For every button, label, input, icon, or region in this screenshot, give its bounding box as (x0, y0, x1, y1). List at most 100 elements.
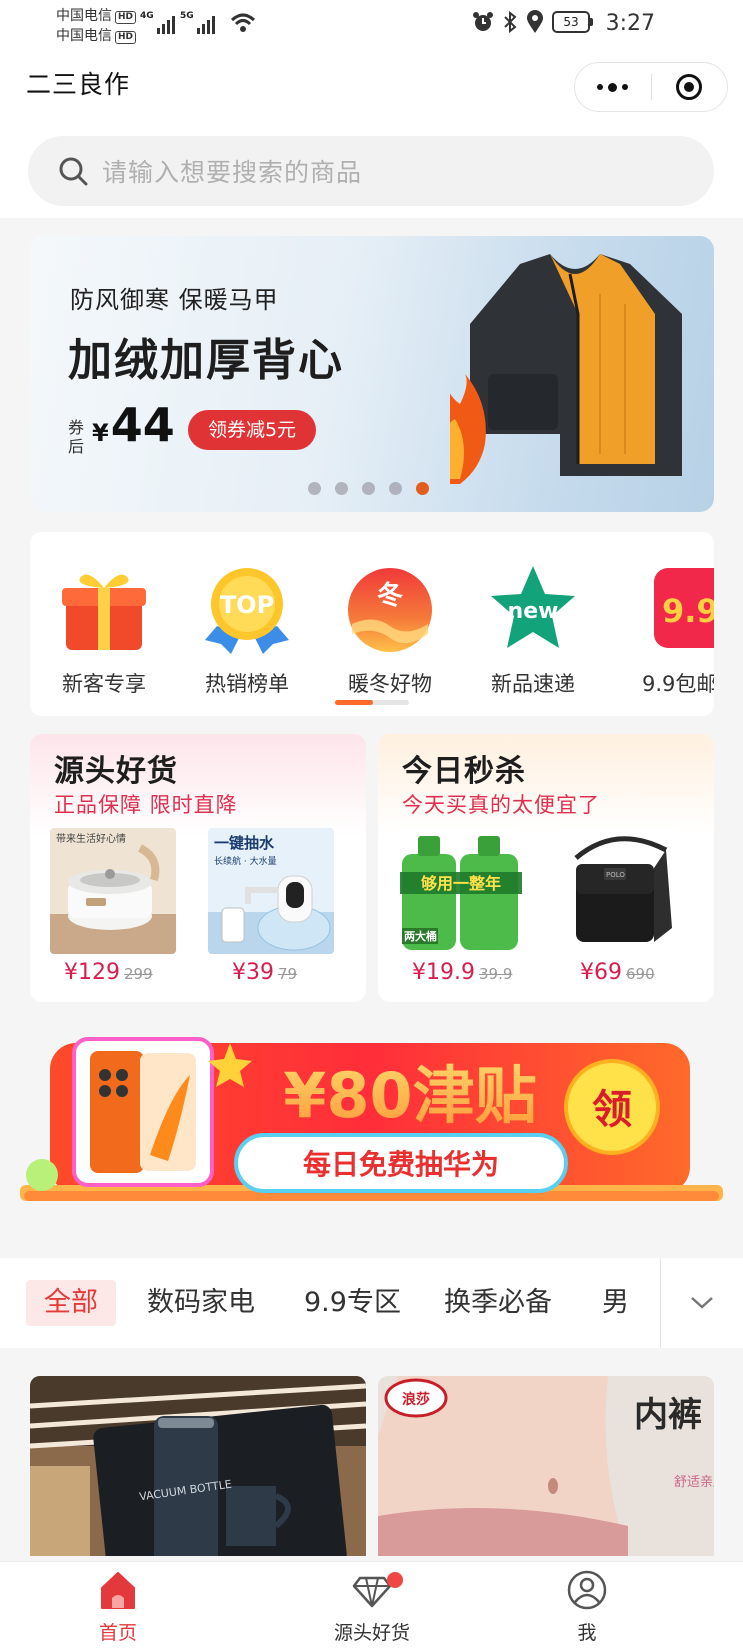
product-image-subtext: 两大桶 (404, 929, 437, 943)
product-image-cooker[interactable]: 带来生活好心情 (50, 828, 176, 954)
carousel-dot[interactable] (335, 482, 348, 495)
category-scroll-thumb (335, 700, 373, 705)
tab-digital[interactable]: 数码家电 (147, 1280, 255, 1326)
product-image-text: 一键抽水 (214, 834, 275, 852)
tab-seasonal[interactable]: 换季必备 (444, 1280, 552, 1326)
tabbar-label: 首页 (98, 1622, 137, 1644)
current-price: ¥69 (580, 960, 622, 985)
category-label: 9.9包邮 (642, 672, 714, 696)
search-placeholder: 请输入想要搜索的商品 (102, 158, 363, 187)
tab-men[interactable]: 男 (602, 1280, 629, 1326)
category-item-new-arrivals[interactable]: new 新品速递 (473, 564, 593, 698)
wifi-icon (230, 13, 256, 32)
current-price: ¥39 (232, 960, 274, 985)
hd-badge: HD (115, 11, 137, 24)
status-bar: 中国电信 HD 中国电信 HD 4G 5G 53 3:27 (0, 0, 743, 52)
top-badge-text: TOP (220, 591, 274, 619)
promo-card-flash-sale[interactable]: 今日秒杀 今天买真的太便宜了 够用一整年 两大桶 POLO ¥19.9 39.9… (378, 734, 714, 1002)
product-image-water-pump[interactable]: 一键抽水 长续航 · 大水量 (208, 828, 334, 954)
product-image-subtext: 长续航 · 大水量 (214, 855, 277, 867)
original-price: 299 (124, 965, 153, 983)
promo-title: 源头好货 (54, 754, 178, 789)
banner-headline: 加绒加厚背心 (68, 335, 344, 386)
mini-program-capsule (574, 62, 728, 112)
tabbar-label: 我 (577, 1622, 597, 1644)
tabbar-source-goods[interactable]: 源头好货 (302, 1570, 442, 1645)
winter-badge-text: 冬 (377, 581, 403, 611)
target-icon (676, 74, 703, 100)
product-image-detergent[interactable]: 够用一整年 两大桶 (398, 828, 524, 954)
product-image-text: 够用一整年 (420, 874, 501, 893)
tab-all[interactable]: 全部 (26, 1280, 116, 1326)
mini-program-page: 中国电信 HD 中国电信 HD 4G 5G 53 3:27 二三良作 请输入想要… (0, 0, 743, 1651)
coupon-button[interactable]: 领券减5元 (188, 410, 316, 450)
product-image-bag[interactable]: POLO (556, 828, 682, 954)
feed-tagline: 舒适亲肤 (674, 1475, 714, 1490)
carousel-dot[interactable] (308, 482, 321, 495)
tabbar-home[interactable]: 首页 (48, 1570, 188, 1645)
category-label: 新品速递 (491, 672, 575, 696)
feed-image-text: 内裤 (634, 1395, 702, 1435)
product-image-text: POLO (606, 871, 625, 879)
promo-subtitle: 今天买真的太便宜了 (402, 793, 600, 817)
clock: 3:27 (605, 11, 655, 36)
price-prefix: 券后 (68, 418, 85, 456)
tab-nine-nine[interactable]: 9.9专区 (304, 1280, 401, 1326)
banner-subtitle: 防风御寒 保暖马甲 (70, 286, 279, 314)
hd-badge: HD (115, 31, 137, 44)
promo-title: 今日秒杀 (402, 754, 526, 789)
system-icons: 53 (472, 10, 593, 34)
category-tabs: 全部 数码家电 9.9专区 换季必备 男 (0, 1258, 743, 1348)
carousel-dot[interactable] (389, 482, 402, 495)
product-price: ¥69 690 (580, 960, 655, 985)
bottom-tab-bar: 首页 源头好货 我 (0, 1561, 743, 1651)
product-price: ¥19.9 39.9 (412, 960, 512, 985)
carousel-dot[interactable] (362, 482, 375, 495)
category-item-new-customer[interactable]: 新客专享 (44, 564, 164, 698)
notification-badge (387, 1572, 403, 1588)
product-price: ¥39 79 (232, 960, 297, 985)
category-label: 暖冬好物 (348, 672, 432, 696)
claim-button[interactable]: 领 (592, 1087, 632, 1133)
price-value: 44 (110, 398, 175, 452)
carrier-info: 中国电信 HD 中国电信 HD (56, 6, 137, 46)
category-scroll-indicator (335, 700, 409, 705)
subsidy-banner[interactable]: ¥80津贴 每日免费抽华为 领 (20, 1035, 723, 1225)
product-price: ¥129 299 (64, 960, 153, 985)
carousel-dot[interactable] (416, 482, 429, 495)
search-input[interactable]: 请输入想要搜索的商品 (28, 136, 714, 206)
hero-banner[interactable]: 防风御寒 保暖马甲 加绒加厚背心 券后 ¥44 领券减5元 (30, 236, 714, 512)
search-section: 请输入想要搜索的商品 (0, 118, 743, 218)
more-menu-button[interactable] (575, 63, 651, 111)
banner-price: 券后 ¥44 (68, 402, 175, 456)
carrier-1: 中国电信 (56, 8, 112, 24)
currency-symbol: ¥ (92, 419, 109, 447)
category-item-nine-nine[interactable]: 9.9 9.9包邮 (616, 564, 714, 698)
nav-bar: 二三良作 (0, 52, 743, 118)
category-item-hot-list[interactable]: TOP 热销榜单 (187, 564, 307, 698)
bluetooth-icon (504, 10, 517, 34)
tabs-expand-button[interactable] (660, 1258, 743, 1348)
close-program-button[interactable] (652, 63, 728, 111)
subsidy-slogan: 每日免费抽华为 (303, 1148, 499, 1181)
vest-image (450, 254, 682, 484)
feed-item-underwear[interactable]: 浪莎 内裤 舒适亲肤 (378, 1376, 714, 1556)
chevron-down-icon (691, 1297, 713, 1309)
tabbar-me[interactable]: 我 (517, 1570, 657, 1645)
promo-card-source-goods[interactable]: 源头好货 正品保障 限时直降 带来生活好心情 一键抽水 长续航 · 大水量 ¥1… (30, 734, 366, 1002)
feed-item-vacuum-bottle[interactable]: VACUUM BOTTLE (30, 1376, 366, 1556)
category-item-winter[interactable]: 冬 暖冬好物 (330, 564, 450, 698)
location-icon (527, 10, 543, 33)
original-price: 39.9 (478, 965, 513, 983)
tabs-fade (628, 1258, 660, 1348)
current-price: ¥129 (64, 960, 120, 985)
carousel-indicator (308, 482, 429, 495)
alarm-icon (473, 12, 493, 31)
signal-4g-icon: 4G (140, 12, 175, 34)
top-medal-icon: TOP (205, 568, 289, 654)
app-title: 二三良作 (26, 70, 131, 99)
product-image-text: 带来生活好心情 (56, 832, 126, 845)
tabbar-label: 源头好货 (333, 1622, 410, 1644)
nine-nine-badge-text: 9.9 (662, 592, 714, 630)
signal-5g-icon: 5G (180, 12, 215, 34)
